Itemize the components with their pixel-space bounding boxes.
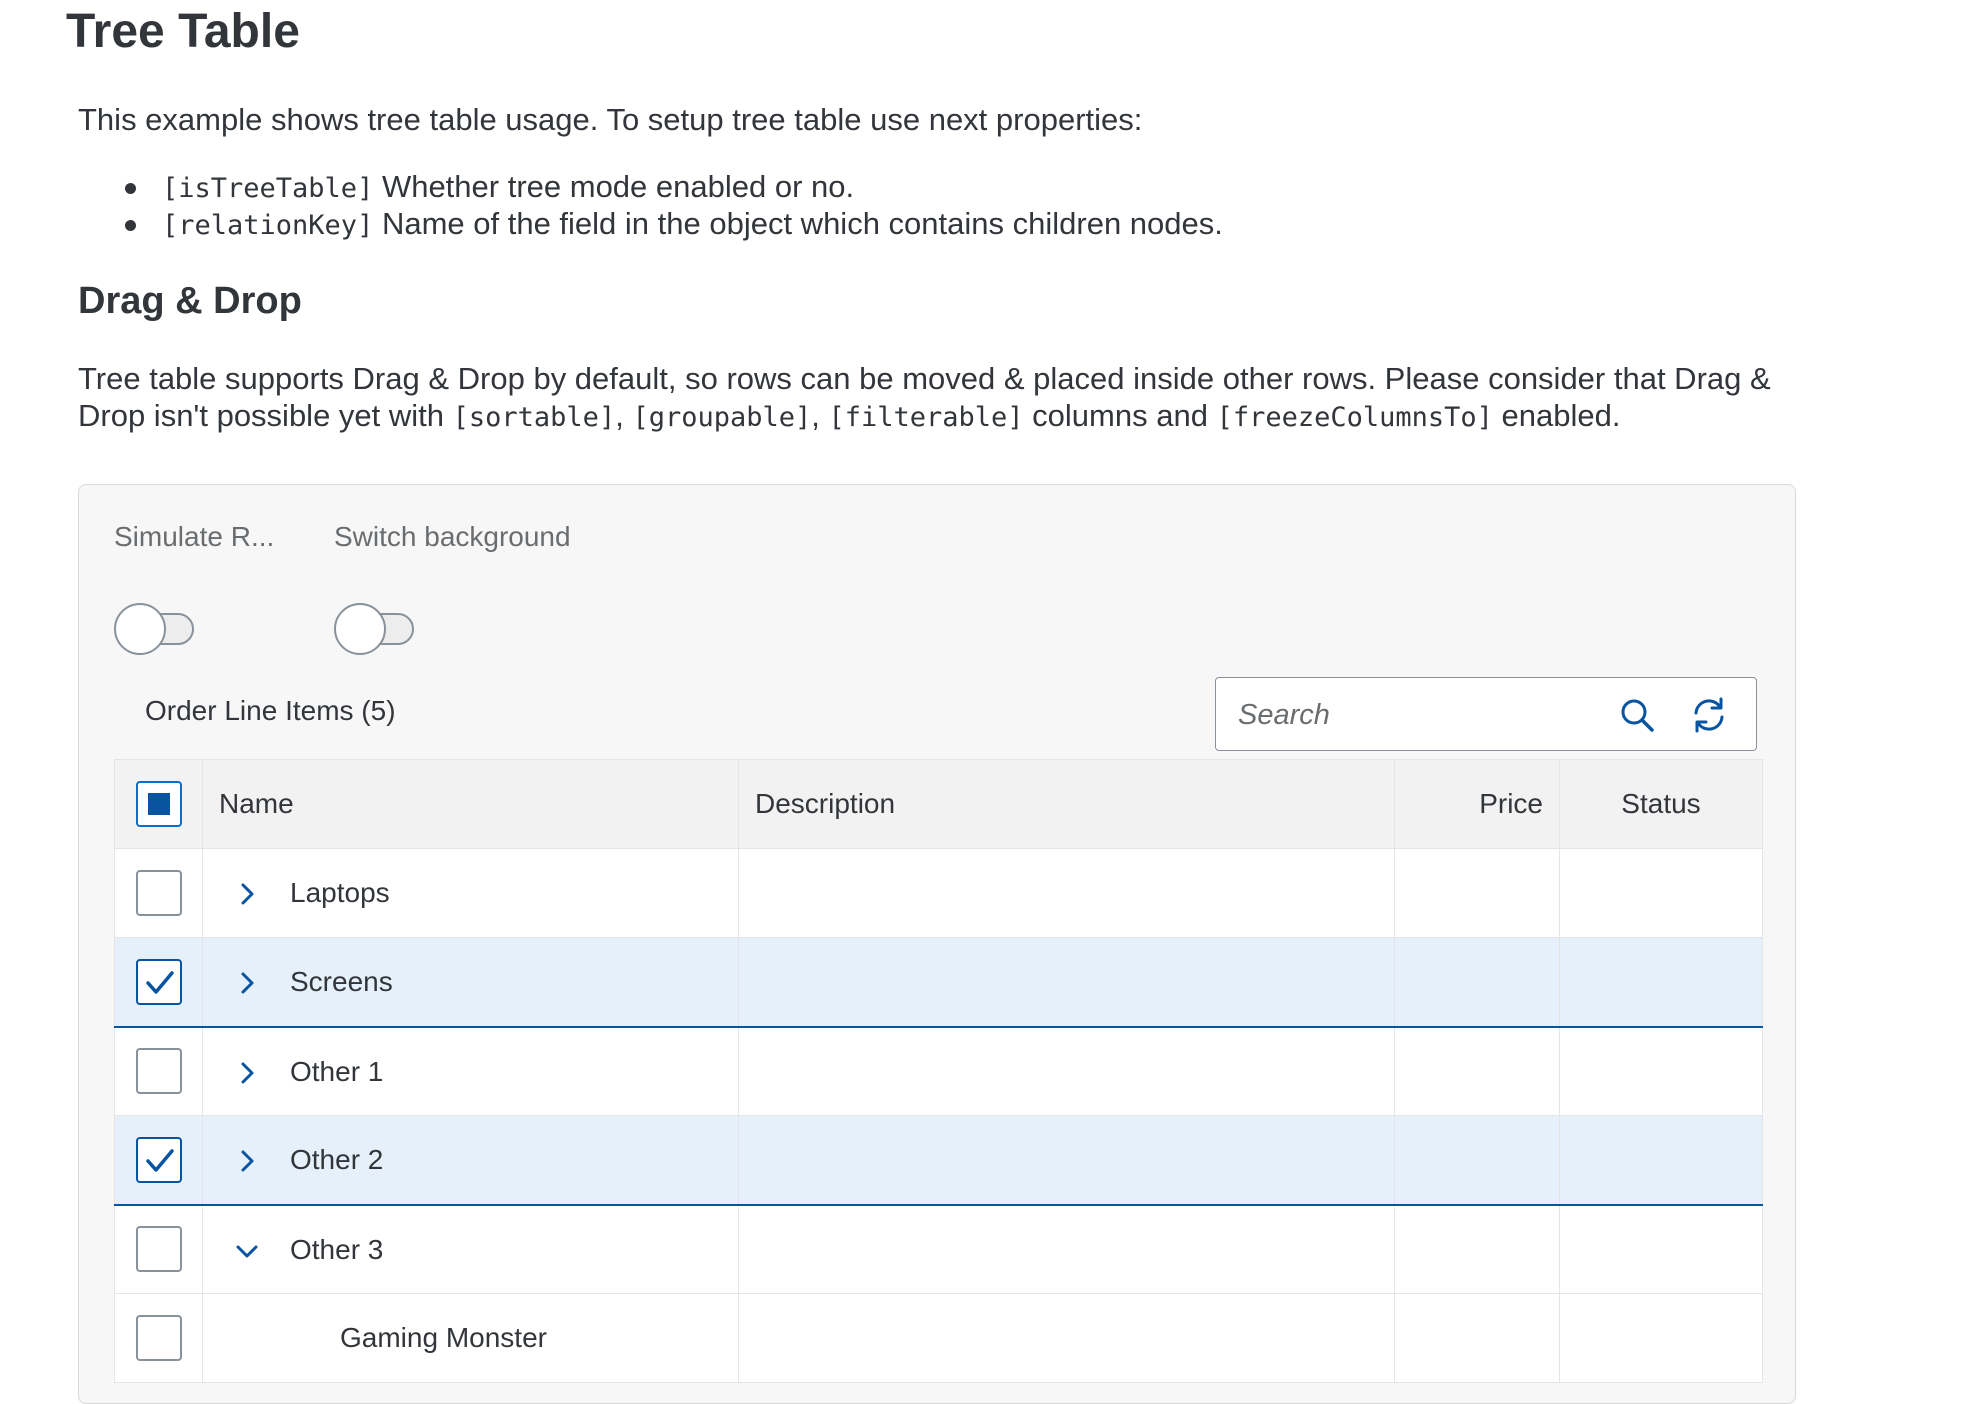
table-row[interactable]: Other 2 [114,1115,1763,1206]
status-cell [1559,1115,1763,1206]
property-code: [relationKey] [162,210,374,241]
simulate-switch[interactable] [114,603,196,655]
description-cell [738,1115,1395,1206]
chevron-right-icon[interactable] [235,1148,259,1172]
description-cell [738,1026,1395,1116]
column-header-name[interactable]: Name [202,759,739,849]
status-cell [1559,937,1763,1028]
column-header-price[interactable]: Price [1394,759,1560,849]
dnd-code: [freezeColumnsTo] [1216,402,1493,433]
select-all-checkbox[interactable] [135,781,182,827]
search-icon[interactable] [1618,696,1656,734]
price-cell [1394,1204,1560,1294]
switch-knob [114,603,166,655]
table-title: Order Line Items (5) [145,695,396,726]
property-text: Name of the field in the object which co… [373,206,1223,241]
table-row[interactable]: Screens [114,937,1763,1028]
property-item: [relationKey] Name of the field in the o… [78,205,1223,242]
price-cell [1394,937,1560,1028]
table-row[interactable]: Gaming Monster [114,1293,1763,1383]
row-checkbox[interactable] [135,870,182,916]
table-row[interactable]: Laptops [114,848,1763,938]
description-cell [738,848,1395,938]
row-name: Other 2 [290,1144,384,1175]
chevron-right-icon[interactable] [235,1060,259,1084]
description-cell [738,1293,1395,1383]
checkmark-icon [145,971,174,994]
name-cell: Screens [202,937,739,1028]
background-switch[interactable] [334,603,416,655]
row-checkbox[interactable] [135,1226,182,1273]
tree-table: Name Description Price Status Laptops Sc… [114,759,1763,1383]
switch-knob [334,603,386,655]
row-select-cell [114,848,203,938]
row-select-cell [114,1026,203,1116]
row-checkbox[interactable] [135,1136,182,1183]
dnd-code: [groupable] [632,402,812,433]
property-item: [isTreeTable] Whether tree mode enabled … [78,168,1223,205]
simulate-switch-label: Simulate R... [114,521,275,552]
row-checkbox[interactable] [135,958,182,1005]
dnd-code: [filterable] [828,402,1024,433]
row-name: Gaming Monster [340,1322,547,1353]
status-cell [1559,1026,1763,1116]
search-field [1215,677,1757,751]
simulate-switch-group: Simulate R... [114,521,275,655]
column-header-status[interactable]: Status [1559,759,1763,849]
row-select-cell [114,1293,203,1383]
description-cell [738,937,1395,1028]
chevron-right-icon[interactable] [235,881,259,905]
row-select-cell [114,1204,203,1294]
name-cell: Gaming Monster [202,1293,739,1383]
dnd-text-part: , [811,398,829,433]
intro-text: This example shows tree table usage. To … [78,102,1143,137]
dnd-description: Tree table supports Drag & Drop by defau… [78,360,1838,436]
page-title: Tree Table [66,5,300,58]
row-name: Other 1 [290,1055,384,1087]
properties-list: [isTreeTable] Whether tree mode enabled … [78,168,1223,242]
row-select-cell [114,937,203,1028]
price-cell [1394,848,1560,938]
status-cell [1559,1204,1763,1294]
row-checkbox[interactable] [135,1048,182,1095]
dnd-title: Drag & Drop [78,280,302,322]
background-switch-label: Switch background [334,521,571,552]
background-switch-group: Switch background [334,521,571,655]
row-select-cell [114,1115,203,1206]
bullet-icon [125,220,136,231]
dnd-text-part: enabled. [1492,398,1621,433]
checkmark-icon [145,1149,174,1172]
chevron-down-icon[interactable] [235,1238,259,1262]
search-input[interactable] [1236,692,1620,738]
select-all-cell [114,759,203,849]
name-cell: Other 2 [202,1115,739,1206]
dnd-text-part: columns and [1023,398,1217,433]
refresh-icon[interactable] [1690,696,1728,734]
table-row[interactable]: Other 3 [114,1204,1763,1294]
table-row[interactable]: Other 1 [114,1026,1763,1116]
price-cell [1394,1293,1560,1383]
dnd-text-part: , [615,398,633,433]
column-header-description[interactable]: Description [738,759,1395,849]
name-cell: Other 1 [202,1026,739,1116]
status-cell [1559,1293,1763,1383]
chevron-right-icon[interactable] [235,970,259,994]
example-panel: Simulate R... Switch background Order Li… [78,484,1796,1404]
property-code: [isTreeTable] [162,173,374,204]
price-cell [1394,1026,1560,1116]
dnd-code: [sortable] [452,402,616,433]
row-name: Other 3 [290,1233,384,1265]
property-text: Whether tree mode enabled or no. [373,169,855,204]
price-cell [1394,1115,1560,1206]
name-cell: Other 3 [202,1204,739,1294]
name-cell: Laptops [202,848,739,938]
row-name: Screens [290,966,393,997]
bullet-icon [125,183,136,194]
status-cell [1559,848,1763,938]
description-cell [738,1204,1395,1294]
row-name: Laptops [290,877,390,908]
row-checkbox[interactable] [135,1315,182,1361]
table-header-row: Name Description Price Status [114,759,1763,849]
